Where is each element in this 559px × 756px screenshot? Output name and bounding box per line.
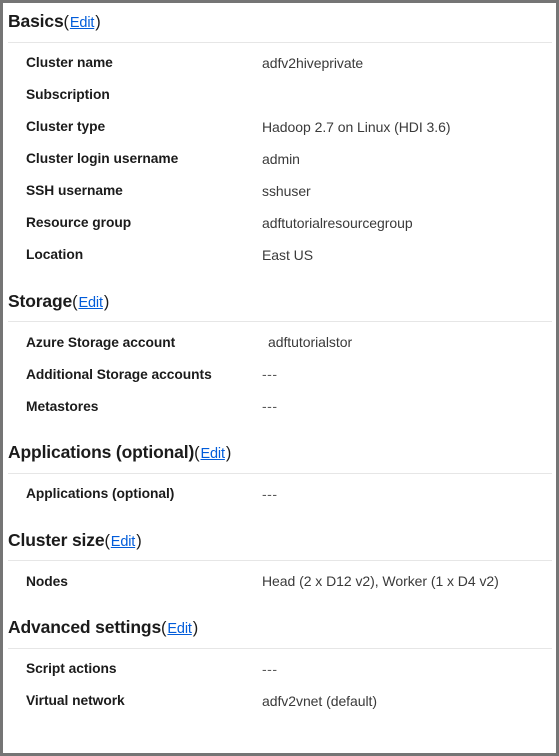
rows-basics: Cluster name adfv2hiveprivate Subscripti… (3, 47, 556, 271)
row-label: Location (26, 247, 84, 262)
row-label: Subscription (26, 87, 110, 102)
close-paren: ) (103, 292, 110, 311)
row-value: --- (262, 366, 278, 382)
close-paren: ) (95, 13, 101, 31)
edit-link-advanced-settings[interactable]: Edit (166, 621, 192, 637)
row-label: Cluster login username (26, 151, 179, 166)
table-row: Applications (optional) --- (3, 478, 556, 510)
close-paren: ) (136, 531, 142, 550)
section-header-applications: Applications (optional)(Edit) (3, 442, 556, 462)
row-value: adftutorialresourcegroup (262, 214, 413, 231)
table-row: Script actions --- (3, 653, 556, 685)
row-label: Applications (optional) (26, 486, 175, 501)
section-header-advanced-settings: Advanced settings(Edit) (3, 617, 556, 637)
row-value: sshuser (262, 182, 311, 199)
edit-link-storage[interactable]: Edit (77, 295, 103, 311)
table-row: Cluster type Hadoop 2.7 on Linux (HDI 3.… (3, 111, 556, 143)
row-label: Additional Storage accounts (26, 366, 212, 382)
edit-link-applications[interactable]: Edit (199, 446, 225, 462)
rows-cluster-size: Nodes Head (2 x D12 v2), Worker (1 x D4 … (3, 565, 556, 597)
row-value: East US (262, 246, 314, 263)
section-basics: Basics(Edit) Cluster name adfv2hivepriva… (3, 11, 556, 271)
row-label: Resource group (26, 215, 132, 230)
row-value: adfv2vnet (default) (262, 692, 378, 709)
section-applications: Applications (optional)(Edit) Applicatio… (3, 442, 556, 510)
row-label: Cluster type (26, 119, 106, 134)
row-value: --- (262, 660, 278, 677)
section-advanced-settings: Advanced settings(Edit) Script actions -… (3, 617, 556, 717)
row-label: Nodes (26, 573, 68, 589)
edit-link-basics[interactable]: Edit (69, 15, 95, 31)
section-cluster-size: Cluster size(Edit) Nodes Head (2 x D12 v… (3, 529, 556, 598)
table-row: Azure Storage account adftutorialstor (3, 326, 556, 358)
table-row: Cluster name adfv2hiveprivate (3, 47, 556, 79)
row-value: --- (262, 398, 278, 414)
section-header-storage: Storage(Edit) (3, 290, 556, 311)
row-value: Head (2 x D12 v2), Worker (1 x D4 v2) (262, 573, 499, 589)
row-value: admin (262, 150, 300, 167)
row-label: Script actions (26, 661, 117, 676)
section-storage: Storage(Edit) Azure Storage account adft… (3, 290, 556, 423)
row-value: adfv2hiveprivate (262, 54, 364, 71)
section-header-cluster-size: Cluster size(Edit) (3, 529, 556, 550)
row-label: Metastores (26, 398, 99, 414)
table-row: Subscription (3, 79, 556, 111)
table-row: Location East US (3, 239, 556, 271)
section-title-storage: Storage (8, 290, 73, 311)
table-row: Virtual network adfv2vnet (default) (3, 685, 556, 717)
rows-applications: Applications (optional) --- (3, 478, 556, 510)
table-row: Cluster login username admin (3, 143, 556, 175)
edit-link-cluster-size[interactable]: Edit (110, 534, 136, 550)
section-title-basics: Basics (8, 11, 64, 31)
open-paren: ( (104, 531, 110, 550)
rows-advanced-settings: Script actions --- Virtual network adfv2… (3, 653, 556, 717)
row-value: Hadoop 2.7 on Linux (HDI 3.6) (262, 118, 451, 135)
summary-panel-content: Basics(Edit) Cluster name adfv2hivepriva… (3, 3, 556, 753)
section-title-cluster-size: Cluster size (8, 529, 105, 550)
row-label: Virtual network (26, 693, 125, 708)
table-row: Metastores --- (3, 390, 556, 422)
table-row: Resource group adftutorialresourcegroup (3, 207, 556, 239)
rows-storage: Azure Storage account adftutorialstor Ad… (3, 326, 556, 422)
table-row: Nodes Head (2 x D12 v2), Worker (1 x D4 … (3, 565, 556, 597)
section-header-basics: Basics(Edit) (3, 11, 556, 31)
cluster-summary-panel: Basics(Edit) Cluster name adfv2hivepriva… (0, 0, 559, 756)
close-paren: ) (225, 444, 232, 462)
table-row: Additional Storage accounts --- (3, 358, 556, 390)
row-value: adftutorialstor (268, 334, 353, 350)
section-title-applications: Applications (optional) (8, 442, 195, 462)
row-label: Azure Storage account (26, 334, 176, 350)
row-label: Cluster name (26, 55, 113, 70)
close-paren: ) (192, 619, 199, 637)
section-title-advanced-settings: Advanced settings (8, 617, 162, 637)
table-row: SSH username sshuser (3, 175, 556, 207)
row-label: SSH username (26, 183, 123, 198)
row-value: --- (262, 485, 278, 502)
